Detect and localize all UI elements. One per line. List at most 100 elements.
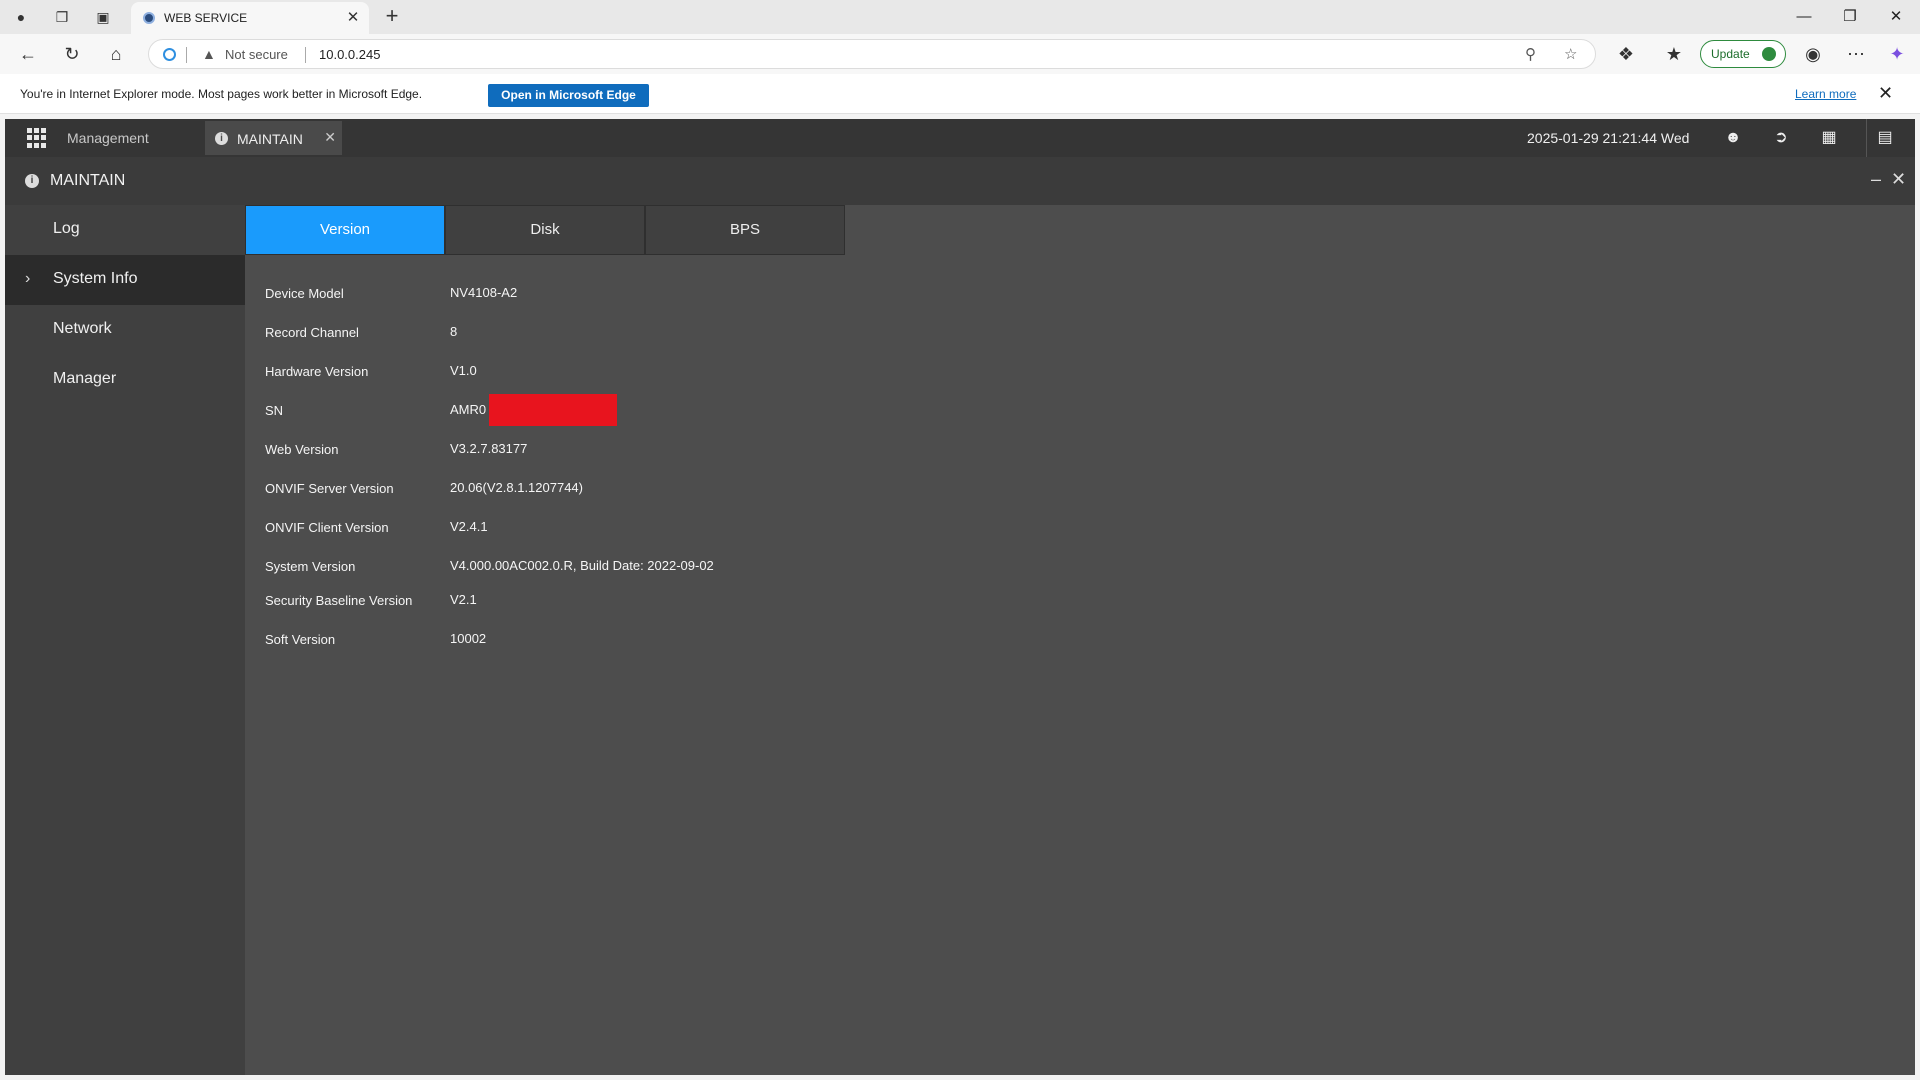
restore-window-icon[interactable]: ❐	[1827, 2, 1873, 32]
info-value: V1.0	[450, 363, 477, 378]
apps-grid-icon[interactable]	[27, 128, 47, 148]
warning-icon: ▲	[202, 46, 216, 62]
learn-more-link[interactable]: Learn more	[1795, 87, 1856, 101]
info-value: NV4108-A2	[450, 285, 518, 300]
close-window-icon[interactable]: ✕	[1873, 2, 1919, 32]
info-row-device-model: Device Model NV4108-A2	[265, 285, 1265, 308]
sidebar-item-log[interactable]: Log	[5, 205, 245, 255]
divider	[186, 47, 187, 63]
info-row-soft-version: Soft Version 10002	[265, 631, 1265, 654]
sidebar-item-label: System Info	[53, 270, 138, 287]
info-key: ONVIF Client Version	[265, 520, 389, 535]
sidebar-item-label: Log	[53, 220, 80, 237]
browser-tab[interactable]: WEB SERVICE ✕	[131, 2, 369, 34]
info-key: ONVIF Server Version	[265, 481, 394, 496]
info-icon: i	[25, 174, 39, 188]
sidebar-item-system-info[interactable]: › System Info	[5, 255, 245, 305]
info-value: 10002	[450, 631, 487, 646]
info-row-onvif-server-version: ONVIF Server Version 20.06(V2.8.1.120774…	[265, 480, 1265, 503]
copilot-icon[interactable]: ✦	[1883, 41, 1911, 67]
info-key: Hardware Version	[265, 364, 369, 379]
tab-disk[interactable]: Disk	[445, 205, 645, 255]
sidebar: Log › System Info Network Manager	[5, 205, 245, 1075]
monitor-icon[interactable]: ▤	[1873, 126, 1897, 150]
info-value: V4.000.00AC002.0.R, Build Date: 2022-09-…	[450, 558, 714, 573]
tab-actions-icon[interactable]: ▣	[92, 6, 114, 28]
minimize-icon[interactable]: –	[1871, 169, 1881, 190]
extensions-icon[interactable]: ❖	[1612, 41, 1640, 67]
info-row-security-baseline-version: Security Baseline Version V2.1	[265, 592, 1265, 615]
info-value: V2.1	[450, 592, 477, 607]
browser-essentials-icon[interactable]: ◉	[1799, 41, 1827, 67]
management-link[interactable]: Management	[67, 130, 149, 146]
info-key: System Version	[265, 559, 356, 574]
info-icon: i	[215, 132, 228, 145]
sidebar-item-manager[interactable]: Manager	[5, 355, 245, 405]
tab-version[interactable]: Version	[245, 205, 445, 255]
close-icon[interactable]: ✕	[324, 129, 336, 146]
url-text[interactable]: 10.0.0.245	[319, 47, 380, 62]
divider	[1866, 119, 1867, 157]
ie-favicon-icon	[143, 12, 155, 24]
web-service-app: Management i MAINTAIN ✕ 2025-01-29 21:21…	[5, 119, 1915, 1075]
ie-mode-infobar: You're in Internet Explorer mode. Most p…	[0, 74, 1920, 114]
chevron-right-icon: ›	[25, 270, 31, 287]
info-row-onvif-client-version: ONVIF Client Version V2.4.1	[265, 519, 1265, 542]
browser-toolbar: ← ↻ ⌂ ▲ Not secure 10.0.0.245 ⚲ ☆ ❖ ★ Up…	[0, 34, 1920, 74]
info-value: AMR0	[450, 402, 487, 417]
info-value: V3.2.7.83177	[450, 441, 528, 456]
sidebar-item-network[interactable]: Network	[5, 305, 245, 355]
datetime-display: 2025-01-29 21:21:44 Wed	[1527, 130, 1690, 146]
refresh-icon[interactable]: ↻	[58, 41, 86, 67]
favorites-icon[interactable]: ★	[1660, 41, 1688, 67]
minimize-window-icon[interactable]: —	[1781, 2, 1827, 32]
password-key-icon[interactable]: ⚲	[1525, 45, 1536, 63]
close-infobar-icon[interactable]: ✕	[1878, 83, 1893, 104]
logout-icon[interactable]: ➲	[1769, 126, 1793, 150]
not-secure-label[interactable]: Not secure	[225, 47, 288, 62]
open-in-edge-button[interactable]: Open in Microsoft Edge	[488, 84, 649, 107]
more-menu-icon[interactable]: ⋯	[1842, 41, 1870, 67]
profile-icon[interactable]: ●	[10, 6, 32, 28]
info-value: 8	[450, 324, 458, 339]
system-info-content: Version Disk BPS Device Model NV4108-A2 …	[245, 205, 1915, 1075]
close-tab-icon[interactable]: ✕	[343, 8, 363, 28]
update-button[interactable]: Update	[1700, 40, 1786, 68]
update-label: Update	[1711, 47, 1750, 61]
info-value: 20.06(V2.8.1.1207744)	[450, 480, 583, 495]
back-icon[interactable]: ←	[14, 41, 42, 67]
new-tab-icon[interactable]: +	[380, 5, 404, 29]
browser-tab-strip: ● ❐ ▣ WEB SERVICE ✕ + — ❐ ✕	[0, 0, 1920, 34]
address-bar[interactable]: ▲ Not secure 10.0.0.245 ⚲ ☆	[148, 39, 1596, 69]
info-row-sn: SN AMR0	[265, 394, 1265, 426]
browser-tab-title: WEB SERVICE	[164, 11, 248, 25]
close-icon[interactable]: ✕	[1891, 169, 1906, 190]
sidebar-item-label: Network	[53, 320, 112, 337]
redaction-box	[489, 394, 617, 426]
info-key: Record Channel	[265, 325, 359, 340]
tab-bps[interactable]: BPS	[645, 205, 845, 255]
divider	[305, 47, 306, 63]
info-row-record-channel: Record Channel 8	[265, 324, 1265, 347]
qr-code-icon[interactable]: ▦	[1817, 126, 1841, 150]
workspaces-icon[interactable]: ❐	[51, 6, 73, 28]
sidebar-item-label: Manager	[53, 370, 117, 387]
info-row-system-version: System Version V4.000.00AC002.0.R, Build…	[265, 558, 1265, 581]
info-value: V2.4.1	[450, 519, 488, 534]
window-title: MAINTAIN	[50, 172, 126, 189]
info-key: Device Model	[265, 286, 344, 301]
favorite-star-icon[interactable]: ☆	[1564, 45, 1577, 63]
home-icon[interactable]: ⌂	[102, 41, 130, 67]
info-row-hardware-version: Hardware Version V1.0	[265, 363, 1265, 386]
app-top-bar: Management i MAINTAIN ✕ 2025-01-29 21:21…	[5, 119, 1915, 157]
maintain-tab-title: MAINTAIN	[237, 131, 303, 147]
info-key: Soft Version	[265, 632, 336, 647]
ie-mode-icon[interactable]	[163, 48, 176, 61]
info-key: SN	[265, 403, 284, 418]
maintain-tab[interactable]: i MAINTAIN ✕	[205, 121, 342, 155]
maintain-window-header: i MAINTAIN – ✕	[5, 157, 1915, 205]
info-key: Web Version	[265, 442, 339, 457]
info-key: Security Baseline Version	[265, 593, 413, 608]
user-icon[interactable]: ☻	[1721, 126, 1745, 150]
update-badge-icon	[1762, 47, 1776, 61]
